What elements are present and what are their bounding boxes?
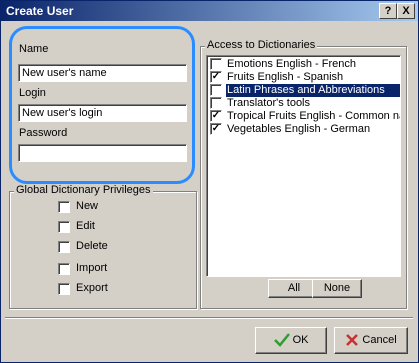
dictionary-checkbox[interactable]: ✓ xyxy=(210,123,222,135)
credentials-highlight xyxy=(9,26,195,184)
privilege-label-new: New xyxy=(76,200,99,212)
privilege-label-import: Import xyxy=(76,262,108,274)
dictionary-checkbox[interactable]: ✓ xyxy=(210,71,222,83)
dictionary-item-label: Translator's tools xyxy=(227,97,310,109)
cancel-button[interactable]: Cancel xyxy=(334,327,408,354)
dictionary-checkbox[interactable] xyxy=(210,58,222,70)
dictionary-item[interactable]: Emotions English - French xyxy=(209,58,398,71)
privilege-checkbox-new[interactable] xyxy=(58,201,70,213)
privilege-checkbox-edit[interactable] xyxy=(58,221,70,233)
dictionary-item-label: Tropical Fruits English - Common names xyxy=(227,110,400,122)
dictionary-checkbox[interactable] xyxy=(210,97,222,109)
privileges-group-title: Global Dictionary Privileges xyxy=(14,184,153,196)
cancel-button-label: Cancel xyxy=(362,334,397,346)
dictionary-item-label: Emotions English - French xyxy=(227,58,356,70)
ok-button[interactable]: OK xyxy=(255,327,327,354)
window-title: Create User xyxy=(6,4,74,18)
dictionary-item-label: Vegetables English - German xyxy=(227,123,371,135)
footer-separator xyxy=(5,317,413,319)
dictionary-item[interactable]: Translator's tools xyxy=(209,97,398,110)
dictionaries-listbox[interactable]: Emotions English - French ✓ Fruits English… xyxy=(206,55,401,277)
help-button[interactable]: ? xyxy=(379,3,397,19)
privilege-label-export: Export xyxy=(76,282,108,294)
create-user-dialog: Create User ? X Name New user's name Log… xyxy=(0,0,419,363)
dictionary-item[interactable]: ✓ Tropical Fruits English - Common names xyxy=(209,110,400,123)
dictionary-item[interactable]: ✓ Fruits English - Spanish xyxy=(209,71,398,84)
ok-button-label: OK xyxy=(292,334,309,346)
close-button[interactable]: X xyxy=(397,3,415,19)
dictionary-checkbox[interactable] xyxy=(210,84,222,96)
dictionary-item[interactable]: Latin Phrases and Abbreviations xyxy=(209,84,400,97)
privilege-checkbox-import[interactable] xyxy=(58,263,70,275)
dictionaries-group-title: Access to Dictionaries xyxy=(205,39,318,51)
dictionary-checkbox[interactable]: ✓ xyxy=(210,110,222,122)
check-icon xyxy=(273,333,290,347)
privilege-label-edit: Edit xyxy=(76,220,95,232)
cancel-x-icon xyxy=(345,334,359,346)
none-button[interactable]: None xyxy=(312,279,362,298)
privilege-checkbox-export[interactable] xyxy=(58,283,70,295)
dictionary-item-label: Fruits English - Spanish xyxy=(227,71,344,83)
dictionary-item[interactable]: ✓ Vegetables English - German xyxy=(209,123,398,136)
privilege-checkbox-delete[interactable] xyxy=(58,241,70,253)
privilege-label-delete: Delete xyxy=(76,240,108,252)
title-bar[interactable]: Create User ? X xyxy=(1,1,418,21)
dictionary-item-label: Latin Phrases and Abbreviations xyxy=(226,84,400,97)
